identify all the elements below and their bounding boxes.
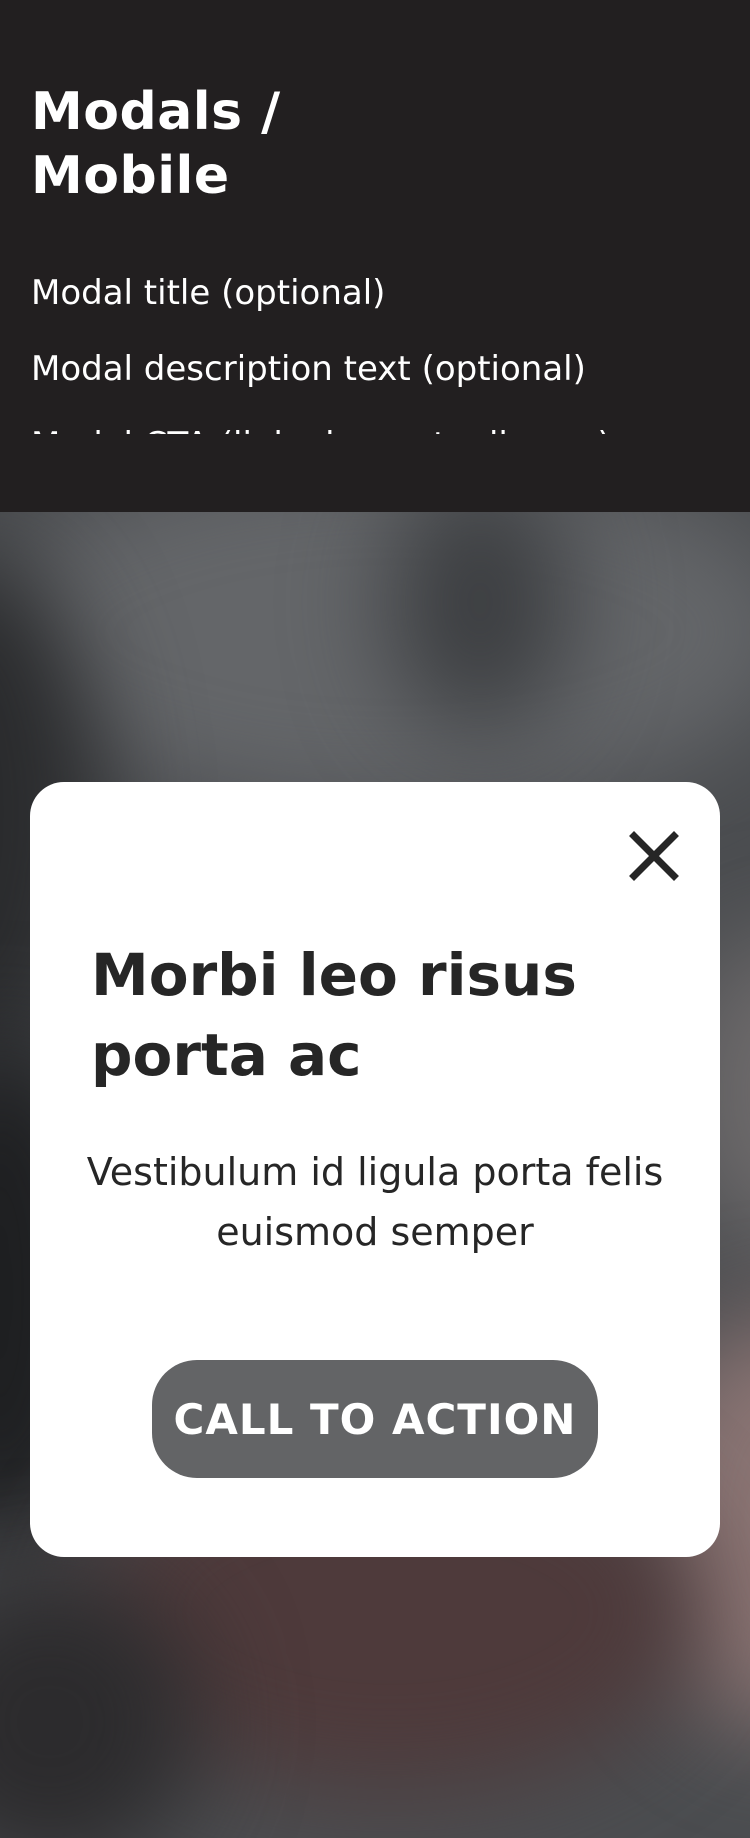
page-title: Modals / Mobile [31, 80, 431, 208]
spec-item-modal-description: Modal description text (optional) [31, 349, 586, 389]
cta-button[interactable]: CALL TO ACTION [152, 1360, 598, 1478]
close-button[interactable] [624, 826, 684, 886]
spec-item-modal-title: Modal title (optional) [31, 273, 386, 313]
spec-list: Modal title (optional) Modal description… [31, 268, 711, 434]
spec-item-modal-cta: Modal CTA (linked or not, all caps) [31, 420, 711, 434]
header: Modals / Mobile Modal title (optional) Mo… [0, 0, 750, 512]
modal-title: Morbi leo risus porta ac [91, 941, 577, 1089]
backdrop-blur-shape [0, 512, 750, 812]
page-title-line-2: Mobile [31, 146, 230, 206]
modal-description: Vestibulum id ligula porta felis euismod… [86, 1150, 664, 1254]
page-title-line-1: Modals / [31, 82, 281, 142]
close-icon [629, 831, 679, 881]
